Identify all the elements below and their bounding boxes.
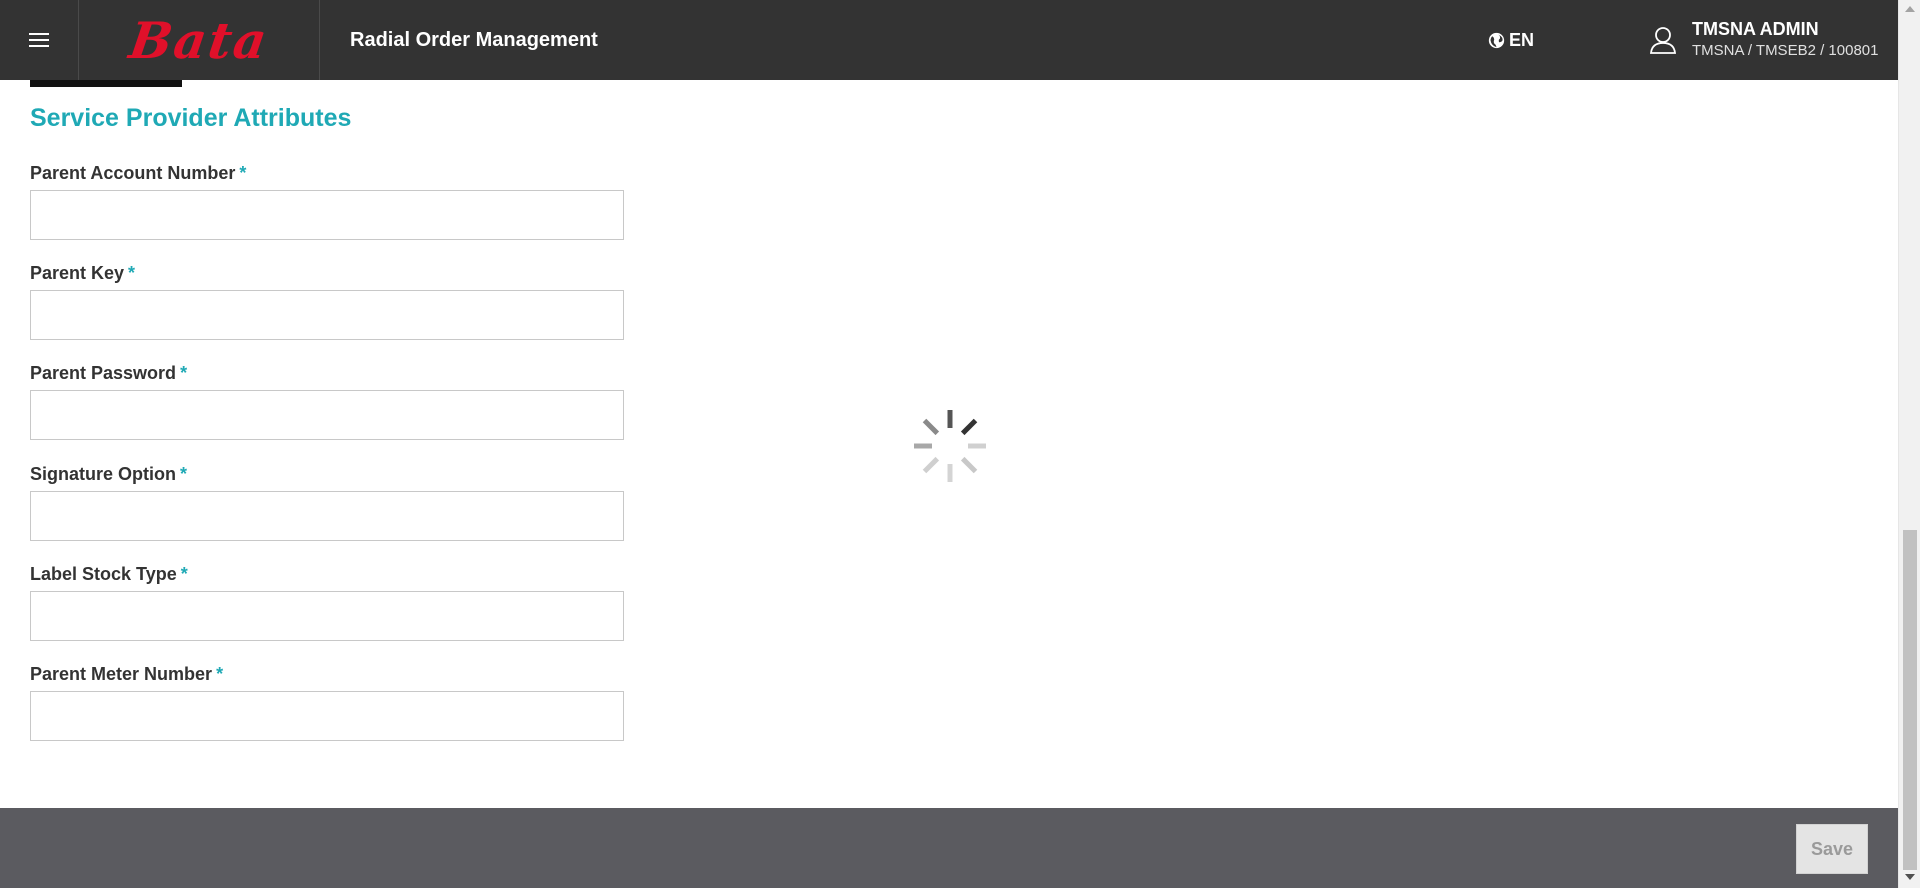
parent-meter-number-field: Parent Meter Number *	[30, 661, 624, 741]
user-menu[interactable]: TMSNA ADMIN TMSNA / TMSEB2 / 100801	[1648, 0, 1878, 80]
field-label: Label Stock Type	[30, 564, 177, 584]
field-label: Parent Meter Number	[30, 664, 213, 684]
user-icon	[1650, 27, 1676, 54]
label-stock-type-input[interactable]	[30, 591, 624, 641]
parent-key-input[interactable]	[30, 290, 624, 340]
language-selector[interactable]: EN	[1488, 0, 1534, 80]
required-marker: *	[180, 564, 188, 584]
vertical-scrollbar[interactable]	[1898, 0, 1920, 888]
required-marker: *	[180, 464, 188, 484]
parent-password-field: Parent Password *	[30, 360, 624, 440]
required-marker: *	[216, 664, 224, 684]
parent-meter-number-input[interactable]	[30, 691, 624, 741]
field-label: Parent Password	[30, 363, 177, 383]
scroll-up-arrow-icon[interactable]	[1905, 6, 1915, 12]
parent-key-field: Parent Key *	[30, 260, 624, 340]
menu-button[interactable]	[0, 0, 79, 80]
required-marker: *	[180, 363, 188, 383]
user-name: TMSNA ADMIN	[1692, 19, 1819, 39]
signature-option-input[interactable]	[30, 491, 624, 541]
required-marker: *	[239, 163, 247, 183]
hamburger-menu-icon	[29, 33, 49, 47]
footer-bar: Save	[0, 808, 1898, 888]
language-label: EN	[1509, 29, 1535, 50]
parent-account-number-input[interactable]	[30, 190, 624, 240]
scroll-down-arrow-icon[interactable]	[1905, 874, 1915, 880]
section-title: Service Provider Attributes	[30, 104, 352, 132]
required-marker: *	[128, 263, 136, 283]
field-label: Signature Option	[30, 464, 176, 484]
user-organization: TMSNA / TMSEB2 / 100801	[1692, 42, 1879, 59]
loading-spinner-icon	[914, 410, 986, 482]
globe-icon	[1488, 32, 1505, 48]
brand-logo[interactable]: Bata	[80, 0, 320, 80]
logo-text: Bata	[126, 10, 273, 70]
parent-account-number-field: Parent Account Number *	[30, 160, 624, 240]
signature-option-field: Signature Option *	[30, 461, 624, 541]
app-title: Radial Order Management	[350, 29, 598, 51]
field-label: Parent Key	[30, 263, 125, 283]
save-button[interactable]: Save	[1796, 824, 1868, 874]
scrollbar-thumb[interactable]	[1903, 530, 1917, 870]
label-stock-type-field: Label Stock Type *	[30, 561, 624, 641]
field-label: Parent Account Number	[30, 163, 236, 183]
active-tab-indicator	[30, 80, 182, 87]
parent-password-input[interactable]	[30, 390, 624, 440]
top-header: Bata Radial Order Management EN TMSNA AD…	[0, 0, 1898, 80]
